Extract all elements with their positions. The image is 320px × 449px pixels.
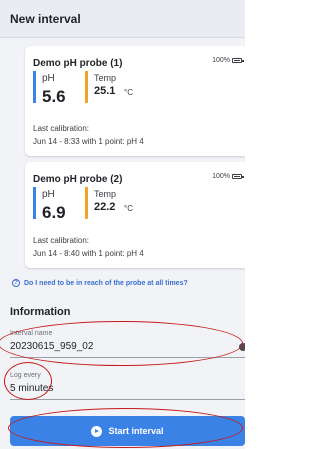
ph-measurement: pH 6.9 xyxy=(33,187,73,222)
log-every-label: Log every xyxy=(10,372,41,379)
battery-status: 100% xyxy=(212,173,244,180)
temp-unit: °C xyxy=(124,204,133,213)
battery-level: 100% xyxy=(212,57,230,64)
start-interval-button[interactable]: Start interval xyxy=(10,416,245,446)
ph-measurement: pH 5.6 xyxy=(33,71,73,106)
clear-icon[interactable] xyxy=(239,343,245,351)
ph-label: pH xyxy=(42,189,55,200)
new-interval-screen: New interval Demo pH probe (1) 100% pH 5… xyxy=(0,0,245,449)
battery-full-icon xyxy=(232,174,244,179)
calibration-label: Last calibration: xyxy=(33,124,90,133)
ph-value: 6.9 xyxy=(42,203,66,222)
interval-name-value: 20230615_959_02 xyxy=(10,341,94,352)
information-heading: Information xyxy=(10,306,71,318)
probe-name: Demo pH probe (1) xyxy=(33,58,123,69)
ph-label: pH xyxy=(42,73,55,84)
question-circle-icon: ? xyxy=(12,279,20,287)
battery-level: 100% xyxy=(212,173,230,180)
start-interval-label: Start interval xyxy=(108,426,164,436)
temp-unit: °C xyxy=(124,88,133,97)
calibration-text: Jun 14 - 8:40 with 1 point: pH 4 xyxy=(33,249,144,258)
probe-name: Demo pH probe (2) xyxy=(33,174,123,185)
app-header: New interval xyxy=(0,0,245,38)
temp-value: 22.2 xyxy=(94,201,116,213)
page-title: New interval xyxy=(10,12,81,26)
help-question-text: Do I need to be in reach of the probe at… xyxy=(24,279,188,287)
calibration-text: Jun 14 - 8:33 with 1 point: pH 4 xyxy=(33,137,144,146)
log-every-value: 5 minutes xyxy=(10,383,54,394)
ph-value: 5.6 xyxy=(42,87,66,106)
temp-value: 25.1 xyxy=(94,85,116,97)
log-every-field[interactable]: Log every 5 minutes xyxy=(10,370,245,400)
probe-card[interactable]: Demo pH probe (2) 100% pH 6.9 Temp 22.2 … xyxy=(25,162,245,268)
battery-status: 100% xyxy=(212,57,244,64)
interval-name-field[interactable]: Interval name 20230615_959_02 xyxy=(10,328,245,358)
calibration-label: Last calibration: xyxy=(33,236,90,245)
temp-label: Temp xyxy=(94,189,117,199)
probe-reach-help-link[interactable]: ? Do I need to be in reach of the probe … xyxy=(12,279,188,287)
temp-measurement: Temp 25.1 °C xyxy=(85,71,155,103)
play-circle-icon xyxy=(91,425,103,437)
probe-card[interactable]: Demo pH probe (1) 100% pH 5.6 Temp 25.1 … xyxy=(25,46,245,156)
temp-label: Temp xyxy=(94,73,117,83)
battery-full-icon xyxy=(232,58,244,63)
interval-name-label: Interval name xyxy=(10,330,53,337)
temp-measurement: Temp 22.2 °C xyxy=(85,187,155,219)
